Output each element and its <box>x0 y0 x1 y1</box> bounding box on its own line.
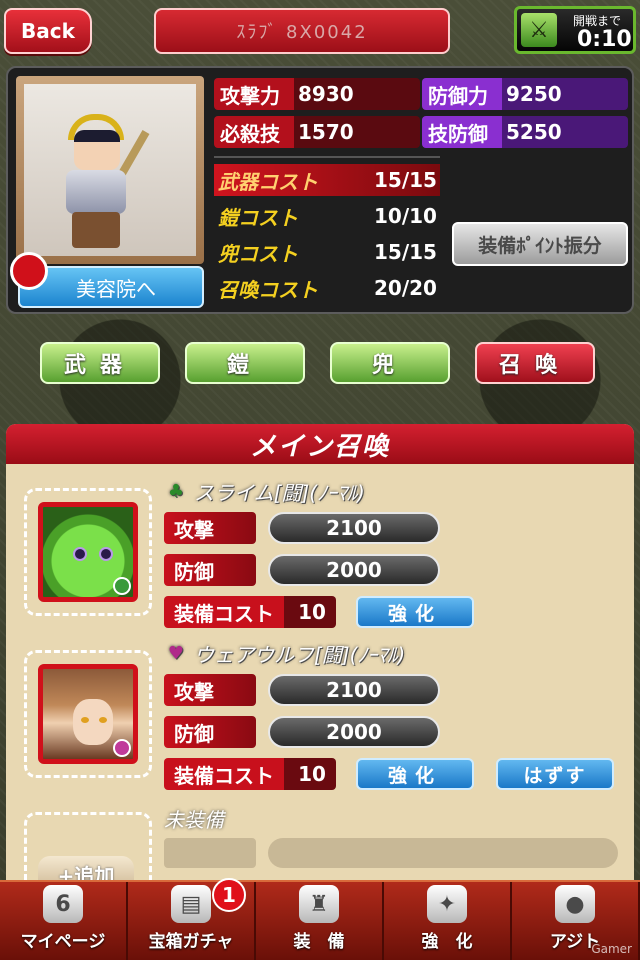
player-name-box: ｽﾗﾌﾞ 8X0042 <box>154 8 450 54</box>
werewolf-eye-left <box>81 717 89 723</box>
mypage-shield-icon: 6 <box>43 885 83 923</box>
tab-summon[interactable]: 召喚 <box>475 342 595 384</box>
weapon-cost-row: 武器コスト 15/15 <box>214 164 440 196</box>
nav-label: 宝箱ガチャ <box>148 932 234 952</box>
timer-value: 0:10 <box>577 27 632 52</box>
attribute-icon <box>113 577 131 595</box>
werewolf-face <box>73 699 113 745</box>
top-bar: Back ｽﾗﾌﾞ 8X0042 ⚔ 開戦まで 0:10 <box>0 0 640 62</box>
defense-value: 9250 <box>506 82 562 106</box>
notification-dot <box>10 252 48 290</box>
special-value: 1570 <box>298 120 354 144</box>
werewolf-portrait <box>38 664 138 764</box>
defense-label: 防御力 <box>428 83 488 108</box>
weapon-cost-label: 武器コスト <box>218 169 318 194</box>
attack-label: 攻撃 <box>164 674 256 706</box>
attack-value: 2100 <box>268 674 440 706</box>
enhance-swords-icon: ✦ <box>427 885 467 923</box>
enhance-button[interactable]: 強化 <box>356 596 474 628</box>
summon-slot-1[interactable] <box>24 488 152 616</box>
player-name: ｽﾗﾌﾞ 8X0042 <box>236 22 368 43</box>
attack-stat: 攻撃力 8930 <box>214 78 420 110</box>
defense-label: 防御 <box>164 716 256 748</box>
knight-legs <box>72 212 120 248</box>
attack-value: 2100 <box>268 512 440 544</box>
nav-equip[interactable]: ♜ 装 備 <box>256 882 384 960</box>
watermark-logo: Gamer <box>591 942 632 956</box>
empty-label-chip <box>164 838 256 868</box>
helmet-cost-row: 兜コスト 15/15 <box>214 236 440 268</box>
weapon-cost-value: 15/15 <box>374 168 437 192</box>
back-button[interactable]: Back <box>4 8 92 54</box>
bottom-nav: 6 マイページ ▤ 宝箱ガチャ 1 ♜ 装 備 ✦ 強 化 ● アジト Game… <box>0 878 640 960</box>
equip-cost-label: 装備コスト <box>174 601 274 626</box>
equip-cost-chip: 装備コスト 10 <box>164 596 336 628</box>
empty-value-bar <box>268 838 618 868</box>
armor-cost-row: 鎧コスト 10/10 <box>214 200 440 232</box>
defense-value: 2000 <box>268 554 440 586</box>
skill-defense-value: 5250 <box>506 120 562 144</box>
battle-timer[interactable]: ⚔ 開戦まで 0:10 <box>514 6 636 54</box>
slime-eye-right <box>99 547 113 561</box>
helmet-cost-label: 兜コスト <box>218 241 298 266</box>
summon-cost-label: 召喚コスト <box>218 277 318 302</box>
knight-armor <box>66 170 126 214</box>
summon-name-text: ウェアウルフ[闘](ﾉｰﾏﾙ) <box>194 642 406 667</box>
equip-cost-value: 10 <box>298 600 326 624</box>
defense-stat: 防御力 9250 <box>422 78 628 110</box>
tab-armor[interactable]: 鎧 <box>185 342 305 384</box>
status-panel: 美容院へ 攻撃力 8930 防御力 9250 必殺技 1570 技防御 5250… <box>6 66 634 314</box>
defense-value: 2000 <box>268 716 440 748</box>
skill-defense-stat: 技防御 5250 <box>422 116 628 148</box>
armor-icon: ♜ <box>299 885 339 923</box>
special-stat: 必殺技 1570 <box>214 116 420 148</box>
summon-header: メイン召喚 <box>6 424 634 464</box>
equip-cost-label: 装備コスト <box>174 763 274 788</box>
equip-cost-value: 10 <box>298 762 326 786</box>
special-label: 必殺技 <box>220 121 280 146</box>
green-attribute-icon: ♣ <box>167 480 185 502</box>
summon-cost-row: 召喚コスト 20/20 <box>214 272 440 304</box>
tab-helmet[interactable]: 兜 <box>330 342 450 384</box>
add-summon-button[interactable]: +追加 <box>38 856 134 880</box>
summon-name-1: ♣ スライム[闘](ﾉｰﾏﾙ) <box>164 478 365 505</box>
speech-bubble-icon: ● <box>555 885 595 923</box>
nav-enhance[interactable]: ✦ 強 化 <box>384 882 512 960</box>
summon-panel: メイン召喚 ♣ スライム[闘](ﾉｰﾏﾙ) 攻撃 2100 防御 2000 装備… <box>6 424 634 880</box>
slime-eye-left <box>73 547 87 561</box>
armor-cost-label: 鎧コスト <box>218 205 298 230</box>
slime-portrait <box>38 502 138 602</box>
werewolf-eye-right <box>99 717 107 723</box>
summon-slot-2[interactable] <box>24 650 152 778</box>
tab-weapon[interactable]: 武器 <box>40 342 160 384</box>
knight-head <box>74 130 120 170</box>
equip-cost-chip: 装備コスト 10 <box>164 758 336 790</box>
crossed-swords-icon: ⚔ <box>521 13 557 47</box>
armor-cost-value: 10/10 <box>374 204 437 228</box>
summon-name-text: スライム[闘](ﾉｰﾏﾙ) <box>194 480 365 505</box>
attack-label: 攻撃力 <box>220 83 280 108</box>
divider <box>214 156 440 158</box>
attack-value: 8930 <box>298 82 354 106</box>
nav-gacha[interactable]: ▤ 宝箱ガチャ 1 <box>128 878 256 960</box>
nav-label: マイページ <box>20 932 106 952</box>
attack-label: 攻撃 <box>164 512 256 544</box>
summon-cost-value: 20/20 <box>374 276 437 300</box>
treasure-chest-icon: ▤ <box>171 885 211 923</box>
allocate-points-button[interactable]: 装備ﾎﾟｲﾝﾄ振分 <box>452 222 628 266</box>
attribute-icon <box>113 739 131 757</box>
skill-defense-label: 技防御 <box>428 121 488 146</box>
nav-label: 強 化 <box>421 932 473 952</box>
defense-label: 防御 <box>164 554 256 586</box>
summon-name-2: ♥ ウェアウルフ[闘](ﾉｰﾏﾙ) <box>164 640 406 667</box>
notification-badge: 1 <box>212 878 246 912</box>
pink-attribute-icon: ♥ <box>167 642 185 664</box>
unequipped-label: 未装備 <box>164 808 224 832</box>
character-portrait <box>16 76 204 264</box>
helmet-cost-value: 15/15 <box>374 240 437 264</box>
nav-mypage[interactable]: 6 マイページ <box>0 882 128 960</box>
remove-button[interactable]: はずす <box>496 758 614 790</box>
enhance-button[interactable]: 強化 <box>356 758 474 790</box>
nav-label: 装 備 <box>293 932 345 952</box>
